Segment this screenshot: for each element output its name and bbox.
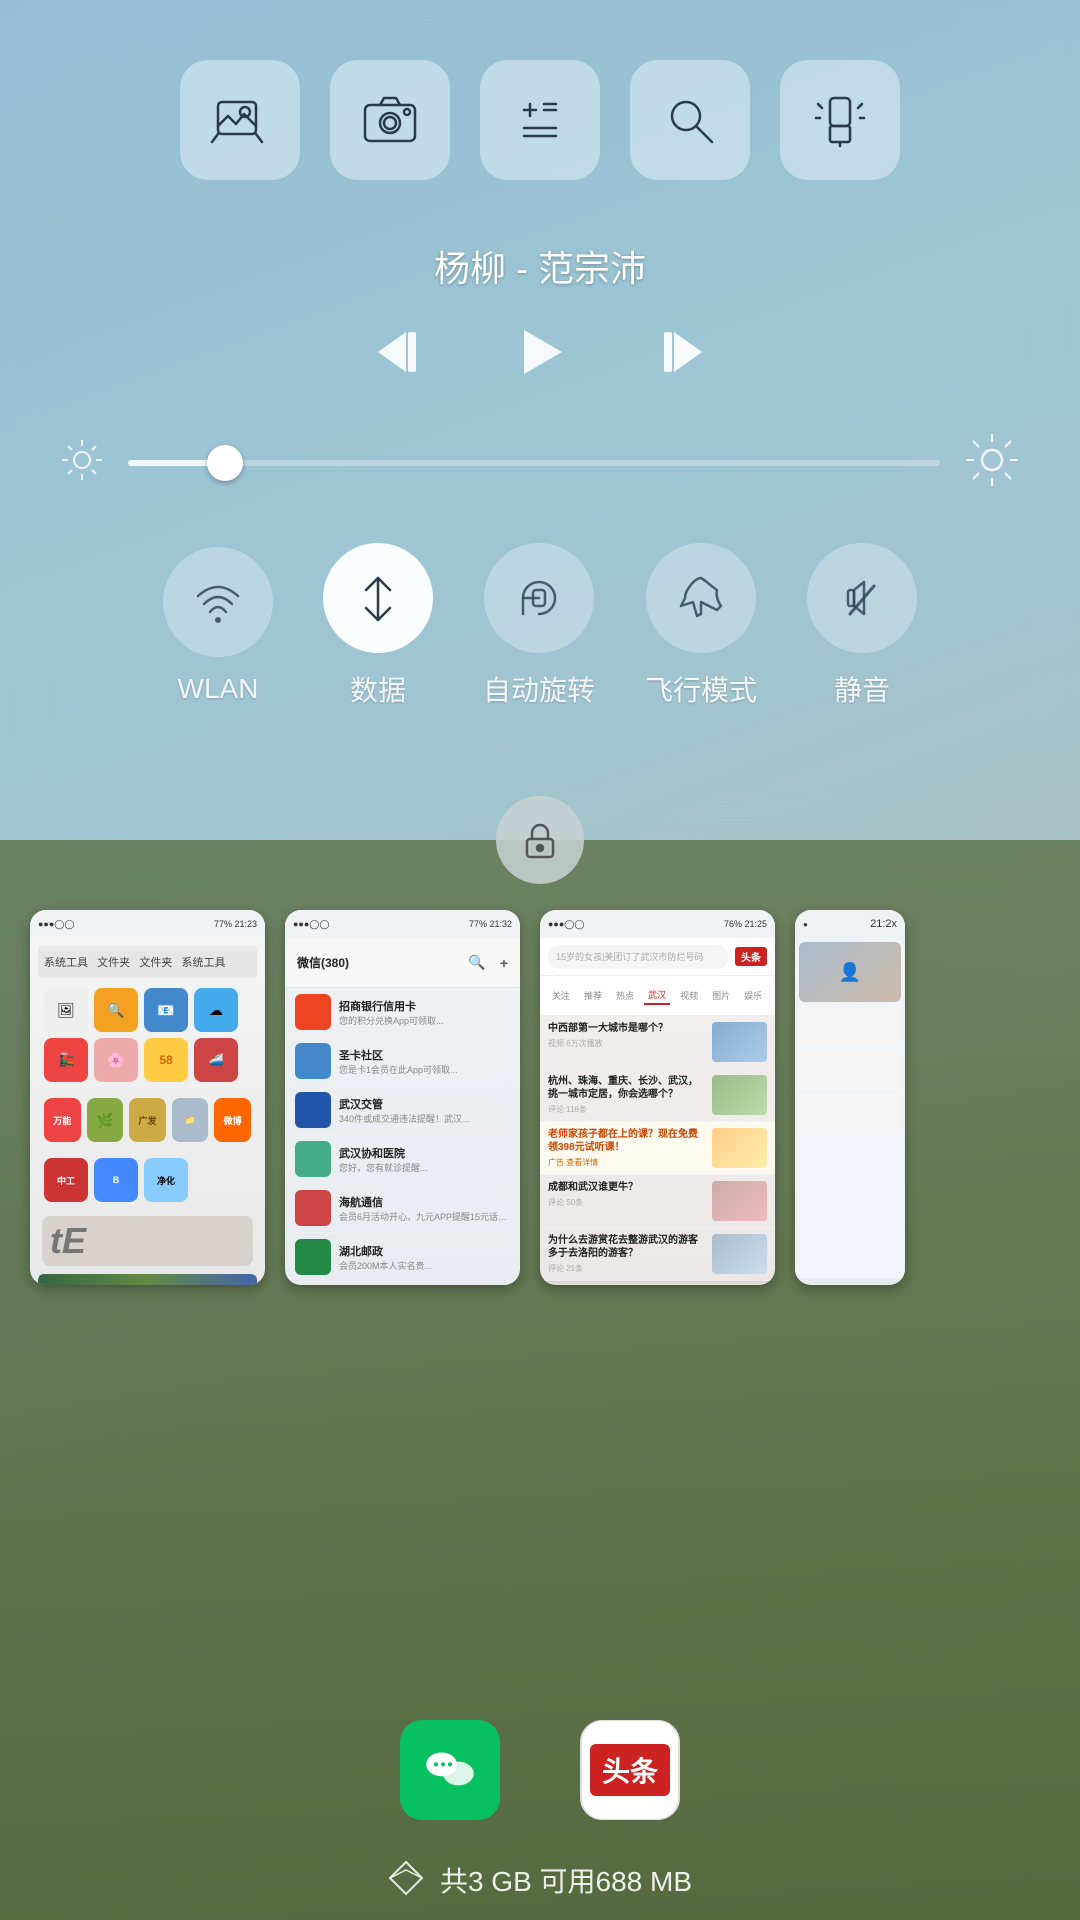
brightness-slider[interactable] [128, 460, 940, 466]
control-center-panel: 杨柳 - 范宗沛 [0, 0, 1080, 840]
silent-toggle[interactable]: 静音 [807, 543, 917, 709]
rotation-toggle[interactable]: 自动旋转 [483, 543, 595, 709]
app-card-wechat[interactable]: ●●●◯◯ 77% 21:32 微信(380) 🔍 + 招商银行信用卡您的积分兑… [285, 910, 520, 1285]
quick-actions-row [180, 60, 900, 180]
app-card-news[interactable]: ●●●◯◯ 76% 21:25 15岁的女孩|美团订了武汉市防烂号码 头条 关注… [540, 910, 775, 1285]
next-button[interactable] [650, 322, 710, 382]
wechat-badge[interactable] [400, 1720, 500, 1820]
airplane-label: 飞行模式 [645, 669, 757, 709]
search-button[interactable] [630, 60, 750, 180]
lock-icon[interactable] [496, 796, 584, 884]
music-controls [370, 322, 710, 382]
screenshot-button[interactable] [180, 60, 300, 180]
files-content: 系统工具 文件夹 文件夹 系统工具 🖼 🔍 📧 ☁ 🚂 🌸 58 🚄 万能 🌿 … [30, 938, 265, 1285]
rotation-circle[interactable] [484, 543, 594, 653]
app-card-files[interactable]: ●●●◯◯ 77% 21:23 系统工具 文件夹 文件夹 系统工具 🖼 🔍 📧 … [30, 910, 265, 1285]
partial-statusbar: ● 21:2x [795, 910, 905, 938]
memory-text: 共3 GB 可用688 MB [440, 1860, 692, 1900]
wlan-label: WLAN [178, 673, 259, 705]
app-switcher: ●●●◯◯ 77% 21:23 系统工具 文件夹 文件夹 系统工具 🖼 🔍 📧 … [0, 840, 1080, 1920]
files-statusbar: ●●●◯◯ 77% 21:23 [30, 910, 265, 938]
toutiao-badge-icon[interactable]: 头条 [580, 1720, 680, 1820]
music-player: 杨柳 - 范宗沛 [370, 240, 710, 382]
music-title: 杨柳 - 范宗沛 [434, 240, 646, 292]
data-circle[interactable] [323, 543, 433, 653]
wlan-circle[interactable] [163, 547, 273, 657]
rotation-label: 自动旋转 [483, 669, 595, 709]
news-statusbar: ●●●◯◯ 76% 21:25 [540, 910, 775, 938]
memory-bar: 共3 GB 可用688 MB [0, 1840, 1080, 1920]
app-card-partial[interactable]: ● 21:2x 👤 [795, 910, 905, 1285]
data-toggle[interactable]: 数据 [323, 543, 433, 709]
silent-circle[interactable] [807, 543, 917, 653]
wechat-statusbar: ●●●◯◯ 77% 21:32 [285, 910, 520, 938]
wechat-header: 微信(380) 🔍 + [285, 938, 520, 988]
wlan-toggle[interactable]: WLAN [163, 547, 273, 705]
toutiao-badge[interactable]: 头条 [580, 1720, 680, 1820]
app-badges: 头条 [0, 1700, 1080, 1840]
flashlight-button[interactable] [780, 60, 900, 180]
brightness-row [50, 432, 1030, 493]
calculator-button[interactable] [480, 60, 600, 180]
airplane-toggle[interactable]: 飞行模式 [645, 543, 757, 709]
brightness-min-icon [60, 438, 104, 487]
toggles-row: WLAN 数据 自动旋转 [163, 543, 917, 709]
app-cards-container: ●●●◯◯ 77% 21:23 系统工具 文件夹 文件夹 系统工具 🖼 🔍 📧 … [0, 840, 1080, 1700]
airplane-circle[interactable] [646, 543, 756, 653]
prev-button[interactable] [370, 322, 430, 382]
wechat-list: 招商银行信用卡您的积分兑换App可领取... 圣卡社区您是卡1会员在此App可领… [285, 988, 520, 1285]
brightness-max-icon [964, 432, 1020, 493]
memory-diamond-icon [388, 1860, 424, 1901]
files-title: 系统工具 文件夹 文件夹 系统工具 [38, 946, 257, 978]
silent-label: 静音 [834, 669, 890, 709]
data-label: 数据 [350, 669, 406, 709]
news-bottom-bar: 🏠 🔥 📖 👤 [540, 1281, 775, 1285]
brightness-thumb[interactable] [207, 445, 243, 481]
camera-button[interactable] [330, 60, 450, 180]
news-list: 中西部第一大城市是哪个？视频 6万次播放 杭州、珠海、重庆、长沙、武汉，挑一城市… [540, 1016, 775, 1281]
news-tabs: 关注 推荐 热点 武汉 视频 图片 娱乐 [540, 976, 775, 1016]
play-button[interactable] [510, 322, 570, 382]
wechat-badge-icon[interactable] [400, 1720, 500, 1820]
